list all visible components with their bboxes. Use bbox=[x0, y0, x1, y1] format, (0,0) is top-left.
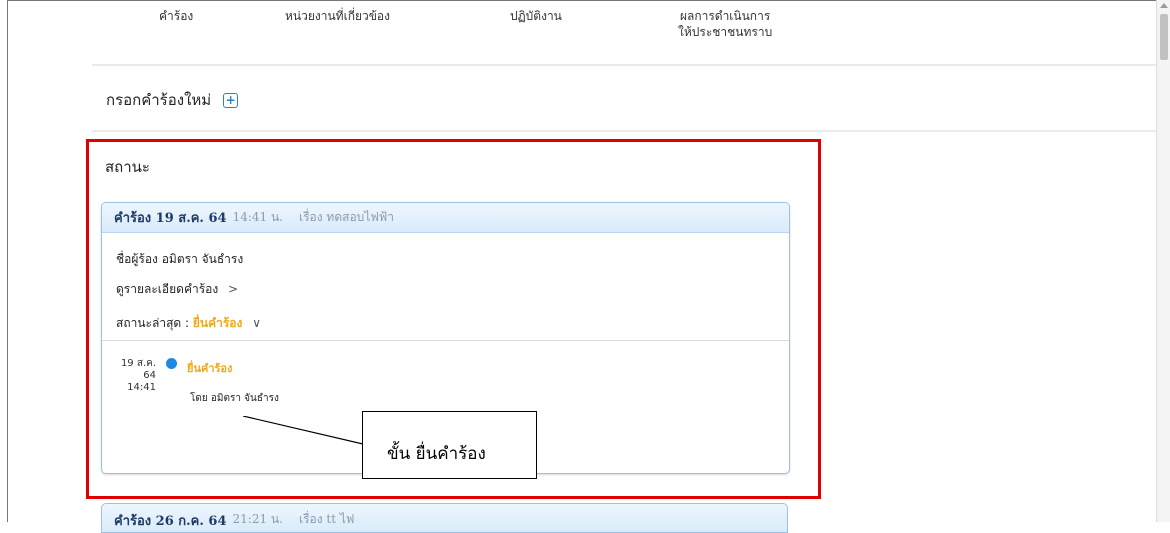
view-details-label: ดูรายละเอียดคำร้อง bbox=[116, 282, 219, 296]
callout-text: ขั้น ยื่นคำร้อง bbox=[387, 444, 486, 464]
chevron-down-icon[interactable]: ∨ bbox=[252, 316, 261, 330]
timeline-datetime: 19 ส.ค. 64 14:41 bbox=[106, 358, 156, 394]
nav-item-requests[interactable]: คำร้อง bbox=[159, 8, 193, 24]
window-left-border bbox=[7, 0, 8, 522]
request-card-2-header[interactable]: คำร้อง 26 ก.ค. 64 21:21 น. เรื่อง tt ไฟ bbox=[101, 503, 788, 533]
callout-pointer-line bbox=[243, 416, 363, 445]
nav-item-results-line1: ผลการดำเนินการ bbox=[679, 9, 771, 23]
latest-status-label: สถานะล่าสุด : bbox=[116, 316, 193, 330]
view-details-link[interactable]: ดูรายละเอียดคำร้อง > bbox=[116, 280, 238, 299]
request-card-header[interactable]: คำร้อง 19 ส.ค. 64 14:41 น. เรื่อง ทดสอบไ… bbox=[102, 203, 789, 233]
timeline-time: 14:41 bbox=[127, 382, 156, 393]
scroll-thumb[interactable] bbox=[1160, 14, 1168, 60]
nav-item-results-line2: ให้ประชาชนทราบ bbox=[678, 25, 773, 39]
chevron-right-icon: > bbox=[228, 282, 239, 296]
new-request-label[interactable]: กรอกคำร้องใหม่ bbox=[106, 88, 211, 112]
request-card-2-title: คำร้อง 26 ก.ค. 64 bbox=[114, 514, 227, 529]
new-request-row: กรอกคำร้องใหม่ + bbox=[106, 88, 239, 112]
request-card-title: คำร้อง 19 ส.ค. 64 bbox=[114, 211, 227, 226]
latest-status-value: ยื่นคำร้อง bbox=[192, 316, 243, 330]
petitioner-name: ชื่อผู้ร้อง อมิตรา จันธำรง bbox=[116, 252, 244, 266]
timeline-dot-icon bbox=[166, 358, 177, 369]
nav-item-operations[interactable]: ปฏิบัติงาน bbox=[510, 8, 562, 24]
request-card-time: 14:41 น. bbox=[232, 210, 283, 224]
nav-item-related-agencies[interactable]: หน่วยงานที่เกี่ยวข้อง bbox=[285, 8, 390, 24]
nav-item-results[interactable]: ผลการดำเนินการ ให้ประชาชนทราบ bbox=[678, 8, 772, 40]
add-request-plus-icon[interactable]: + bbox=[223, 92, 239, 108]
status-section-title: สถานะ bbox=[105, 158, 150, 176]
timeline-date: 19 ส.ค. 64 bbox=[120, 358, 156, 381]
request-card-2-time: 21:21 น. bbox=[232, 512, 283, 526]
callout-box: ขั้น ยื่นคำร้อง bbox=[362, 411, 537, 479]
top-nav: คำร้อง หน่วยงานที่เกี่ยวข้อง ปฏิบัติงาน … bbox=[92, 8, 1158, 58]
vertical-scrollbar[interactable] bbox=[1156, 0, 1170, 522]
window-top-border bbox=[7, 0, 1170, 1]
nav-divider bbox=[92, 64, 1158, 66]
timeline-step-label: ยื่นคำร้อง bbox=[187, 362, 233, 375]
timeline-step-by: โดย อมิตรา จันธำรง bbox=[190, 393, 279, 404]
latest-status-row[interactable]: สถานะล่าสุด : ยื่นคำร้อง ∨ bbox=[116, 314, 261, 333]
request-card-subject: เรื่อง ทดสอบไฟฟ้า bbox=[299, 210, 395, 224]
card-divider bbox=[102, 340, 789, 341]
scroll-up-arrow-icon[interactable] bbox=[1160, 3, 1168, 8]
request-card-2-subject: เรื่อง tt ไฟ bbox=[298, 512, 355, 526]
section-divider bbox=[92, 130, 1158, 132]
